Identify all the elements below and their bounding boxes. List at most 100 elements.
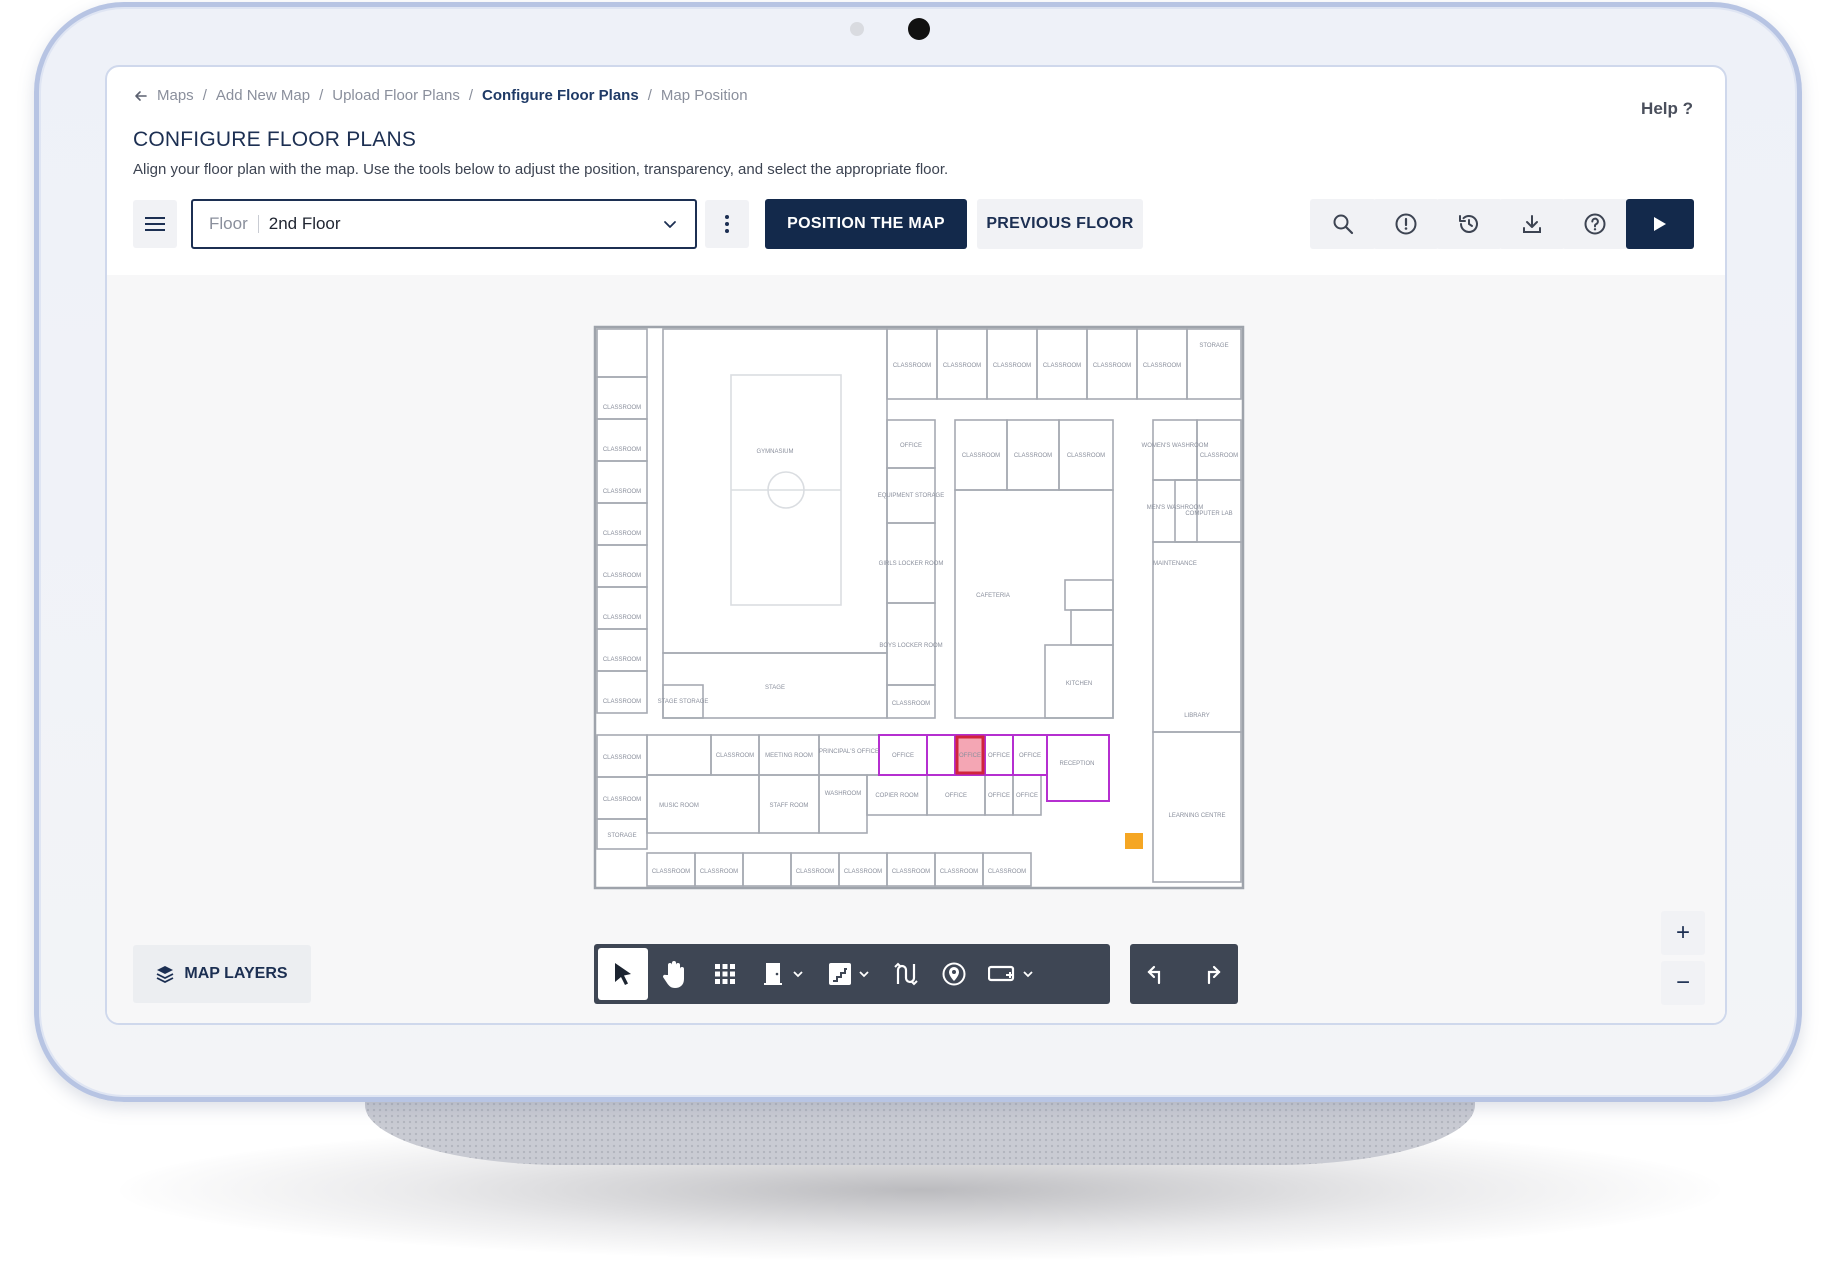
floorplan-label: CLASSROOM (603, 797, 641, 803)
floorplan-label: OFFICE (959, 753, 981, 759)
kebab-icon (725, 215, 729, 233)
undo-icon[interactable] (1146, 963, 1168, 985)
menu-button[interactable] (133, 200, 177, 248)
help-link[interactable]: Help ? (1641, 99, 1693, 119)
chevron-down-icon (664, 221, 676, 228)
floorplan-label: CLASSROOM (603, 531, 641, 537)
next-button[interactable] (1626, 199, 1694, 249)
floorplan-label: OFFICE (988, 753, 1010, 759)
map-layers-button[interactable]: MAP LAYERS (133, 945, 311, 1003)
breadcrumb-upload-floor-plans[interactable]: Upload Floor Plans (332, 87, 460, 104)
screen-device-icon (988, 965, 1015, 982)
floorplan-label: KITCHEN (1066, 681, 1092, 687)
floorplan-label: CLASSROOM (603, 489, 641, 495)
door-tool[interactable] (750, 948, 816, 1000)
alert-button[interactable] (1373, 199, 1439, 249)
floorplan-label: CLASSROOM (844, 869, 882, 875)
floorplan-label: CLASSROOM (603, 447, 641, 453)
floorplan-label: CLASSROOM (716, 753, 754, 759)
breadcrumb-map-position[interactable]: Map Position (661, 87, 748, 104)
stairs-tool[interactable] (816, 948, 882, 1000)
download-button[interactable] (1499, 199, 1565, 249)
floorplan-label: CLASSROOM (603, 699, 641, 705)
device-tool[interactable] (978, 948, 1044, 1000)
alert-circle-icon (1395, 213, 1417, 235)
floor-select-label: Floor (209, 214, 248, 233)
arrow-left-icon[interactable] (133, 88, 149, 104)
previous-floor-button[interactable]: PREVIOUS FLOOR (977, 199, 1143, 249)
floorplan-label: OFFICE (892, 753, 914, 759)
chevron-down-icon (793, 971, 803, 978)
chevron-down-icon (1023, 971, 1033, 978)
redo-icon[interactable] (1200, 963, 1222, 985)
cursor-icon (615, 963, 631, 985)
floorplan-label: STORAGE (607, 833, 636, 839)
camera-dot (908, 18, 930, 40)
history-toolbar (1130, 944, 1238, 1004)
route-icon (894, 962, 918, 986)
stairs-icon (829, 963, 851, 985)
history-icon (1459, 215, 1478, 233)
breadcrumb-maps[interactable]: Maps (157, 87, 194, 104)
floorplan-label: OFFICE (1016, 793, 1038, 799)
location-tool[interactable] (930, 948, 978, 1000)
help-button[interactable] (1562, 199, 1628, 249)
floorplan-label: CLASSROOM (603, 657, 641, 663)
breadcrumb-separator: / (647, 87, 652, 104)
floor-select[interactable]: Floor 2nd Floor (191, 199, 697, 249)
floorplan-label: GYMNASIUM (756, 449, 793, 455)
more-options-button[interactable] (705, 200, 749, 248)
floorplan-label: COMPUTER LAB (1185, 511, 1232, 517)
floor-select-value: 2nd Floor (268, 214, 341, 233)
floorplan-label: PRINCIPAL'S OFFICE (819, 749, 879, 755)
floorplan-label: STORAGE (1199, 343, 1228, 349)
play-icon (1654, 217, 1666, 231)
route-tool[interactable] (882, 948, 930, 1000)
floor-plan[interactable]: CLASSROOM CLASSROOM CLASSROOM CLASSROOM … (593, 325, 1245, 890)
floorplan-label: CLASSROOM (700, 869, 738, 875)
breadcrumb-configure-floor-plans[interactable]: Configure Floor Plans (482, 87, 639, 104)
floorplan-label: CLASSROOM (603, 405, 641, 411)
search-button[interactable] (1310, 199, 1376, 249)
map-layers-label: MAP LAYERS (184, 965, 288, 982)
hand-icon (662, 961, 684, 988)
zoom-out-button[interactable]: − (1661, 961, 1705, 1005)
position-the-map-button[interactable]: POSITION THE MAP (765, 199, 967, 249)
grid-icon (715, 964, 735, 984)
download-icon (1523, 215, 1541, 233)
floorplan-label: STAGE (765, 685, 785, 691)
drawing-toolbar (594, 944, 1110, 1004)
floorplan-label: WOMEN'S WASHROOM (1142, 443, 1209, 449)
grid-tool[interactable] (700, 948, 750, 1000)
breadcrumb-add-new-map[interactable]: Add New Map (216, 87, 310, 104)
sensor-dot (850, 22, 864, 36)
floorplan-label: BOYS LOCKER ROOM (879, 643, 942, 649)
history-button[interactable] (1436, 199, 1502, 249)
breadcrumb-separator: / (319, 87, 324, 104)
zoom-in-button[interactable]: + (1661, 911, 1705, 955)
floorplan-label: LEARNING CENTRE (1168, 813, 1225, 819)
floorplan-label: CLASSROOM (603, 615, 641, 621)
select-tool[interactable] (598, 948, 648, 1000)
page-description: Align your floor plan with the map. Use … (133, 161, 949, 178)
floorplan-label: CLASSROOM (1067, 453, 1105, 459)
floorplan-label: COPIER ROOM (875, 793, 918, 799)
floor-select-divider (257, 215, 259, 233)
floorplan-label: CLASSROOM (892, 701, 930, 707)
floorplan-label: STAGE STORAGE (658, 699, 709, 705)
floorplan-label: CLASSROOM (796, 869, 834, 875)
floorplan-label: CLASSROOM (893, 363, 931, 369)
floorplan-label: CLASSROOM (962, 453, 1000, 459)
device-stand (365, 1095, 1475, 1165)
pan-tool[interactable] (648, 948, 700, 1000)
floorplan-label: LIBRARY (1184, 713, 1210, 719)
floorplan-label: OFFICE (900, 443, 922, 449)
map-canvas[interactable]: CLASSROOM CLASSROOM CLASSROOM CLASSROOM … (107, 275, 1725, 1023)
floorplan-label: CLASSROOM (1043, 363, 1081, 369)
floorplan-label: OFFICE (1019, 753, 1041, 759)
floorplan-label: STAFF ROOM (770, 803, 809, 809)
floorplan-label: MAINTENANCE (1153, 561, 1197, 567)
floorplan-label: OFFICE (988, 793, 1010, 799)
breadcrumb-separator: / (202, 87, 207, 104)
floorplan-label: CLASSROOM (603, 573, 641, 579)
